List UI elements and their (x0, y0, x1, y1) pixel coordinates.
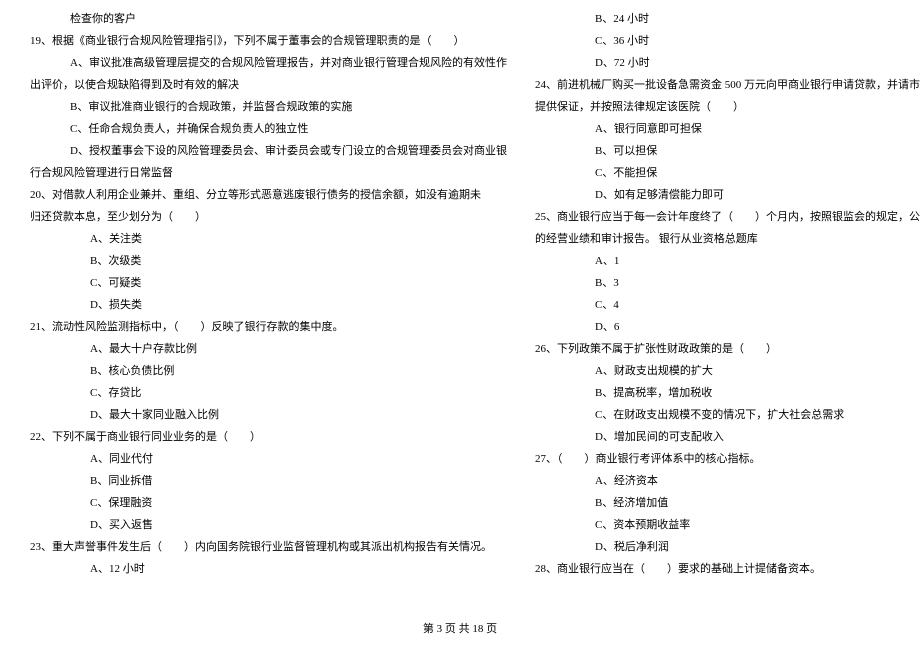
text-line: B、次级类 (30, 250, 507, 272)
text-line: 归还贷款本息，至少划分为（ ） (30, 206, 507, 228)
text-line: B、3 (535, 272, 920, 294)
text-line: D、授权董事会下设的风险管理委员会、审计委员会或专门设立的合规管理委员会对商业银 (30, 140, 507, 162)
text-line: B、审议批准商业银行的合规政策，并监督合规政策的实施 (30, 96, 507, 118)
text-line: D、如有足够清偿能力即可 (535, 184, 920, 206)
text-line: 24、前进机械厂购买一批设备急需资金 500 万元向甲商业银行申请贷款，并请市第… (535, 74, 920, 96)
text-line: B、提高税率，增加税收 (535, 382, 920, 404)
text-line: 28、商业银行应当在（ ）要求的基础上计提储备资本。 (535, 558, 920, 580)
text-line: A、财政支出规模的扩大 (535, 360, 920, 382)
text-line: 20、对借款人利用企业兼并、重组、分立等形式恶意逃废银行债务的授信余额，如没有逾… (30, 184, 507, 206)
text-line: 出评价，以使合规缺陷得到及时有效的解决 (30, 74, 507, 96)
text-line: D、6 (535, 316, 920, 338)
text-line: A、1 (535, 250, 920, 272)
text-line: B、24 小时 (535, 8, 920, 30)
text-line: D、税后净利润 (535, 536, 920, 558)
text-line: 的经营业绩和审计报告。 银行从业资格总题库 (535, 228, 920, 250)
text-line: B、核心负债比例 (30, 360, 507, 382)
text-line: C、资本预期收益率 (535, 514, 920, 536)
text-line: A、审议批准高级管理层提交的合规风险管理报告，并对商业银行管理合规风险的有效性作 (30, 52, 507, 74)
text-line: C、4 (535, 294, 920, 316)
text-line: A、银行同意即可担保 (535, 118, 920, 140)
text-line: C、保理融资 (30, 492, 507, 514)
text-line: D、72 小时 (535, 52, 920, 74)
text-line: A、经济资本 (535, 470, 920, 492)
text-line: C、不能担保 (535, 162, 920, 184)
text-line: C、存贷比 (30, 382, 507, 404)
text-line: 26、下列政策不属于扩张性财政政策的是（ ） (535, 338, 920, 360)
text-line: D、增加民间的可支配收入 (535, 426, 920, 448)
text-line: A、同业代付 (30, 448, 507, 470)
text-line: 行合规风险管理进行日常监督 (30, 162, 507, 184)
page-content: 检查你的客户19、根据《商业银行合规风险管理指引》，下列不属于董事会的合规管理职… (0, 0, 920, 610)
text-line: B、可以担保 (535, 140, 920, 162)
text-line: C、任命合规负责人，并确保合规负责人的独立性 (30, 118, 507, 140)
text-line: A、12 小时 (30, 558, 507, 580)
page-footer: 第 3 页 共 18 页 (0, 618, 920, 640)
text-line: 27、（ ）商业银行考评体系中的核心指标。 (535, 448, 920, 470)
text-line: 23、重大声誉事件发生后（ ）内向国务院银行业监督管理机构或其派出机构报告有关情… (30, 536, 507, 558)
text-line: B、同业拆借 (30, 470, 507, 492)
text-line: C、可疑类 (30, 272, 507, 294)
text-line: D、买入返售 (30, 514, 507, 536)
left-column: 检查你的客户19、根据《商业银行合规风险管理指引》，下列不属于董事会的合规管理职… (30, 8, 521, 610)
text-line: D、损失类 (30, 294, 507, 316)
text-line: D、最大十家同业融入比例 (30, 404, 507, 426)
right-column: B、24 小时C、36 小时D、72 小时24、前进机械厂购买一批设备急需资金 … (521, 8, 920, 610)
text-line: A、关注类 (30, 228, 507, 250)
text-line: B、经济增加值 (535, 492, 920, 514)
text-line: C、在财政支出规模不变的情况下，扩大社会总需求 (535, 404, 920, 426)
text-line: C、36 小时 (535, 30, 920, 52)
text-line: 22、下列不属于商业银行同业业务的是（ ） (30, 426, 507, 448)
text-line: A、最大十户存款比例 (30, 338, 507, 360)
text-line: 21、流动性风险监测指标中，（ ）反映了银行存款的集中度。 (30, 316, 507, 338)
text-line: 提供保证，并按照法律规定该医院（ ） (535, 96, 920, 118)
text-line: 检查你的客户 (30, 8, 507, 30)
text-line: 25、商业银行应当于每一会计年度终了（ ）个月内，按照银监会的规定，公布其上一年… (535, 206, 920, 228)
text-line: 19、根据《商业银行合规风险管理指引》，下列不属于董事会的合规管理职责的是（ ） (30, 30, 507, 52)
